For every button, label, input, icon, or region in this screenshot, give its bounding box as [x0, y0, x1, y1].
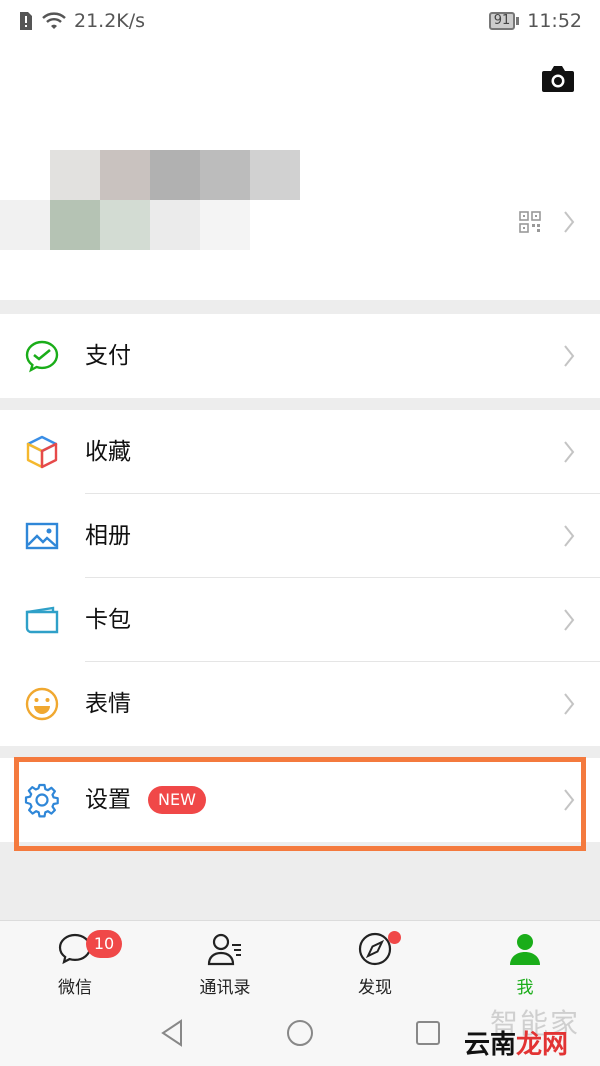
smiley-icon — [25, 687, 59, 721]
tab-label: 发现 — [358, 978, 392, 998]
tab-chats[interactable]: 10 微信 — [0, 921, 150, 999]
profile-header[interactable] — [0, 42, 600, 300]
section-gap — [0, 398, 600, 410]
menu-item-stickers[interactable]: 表情 — [0, 662, 600, 746]
card-wallet-icon — [25, 606, 59, 634]
contacts-icon — [207, 933, 241, 966]
gear-icon — [24, 783, 59, 818]
watermark-line2-b: 龙网 — [516, 1030, 569, 1060]
recents-icon[interactable] — [413, 1018, 443, 1048]
notification-dot — [388, 931, 401, 944]
chevron-right-icon — [563, 210, 575, 234]
chevron-right-icon — [563, 524, 575, 548]
menu-item-label: 表情 — [85, 691, 131, 717]
chevron-right-icon — [563, 344, 575, 368]
wifi-icon — [42, 12, 66, 29]
section-gap — [0, 746, 600, 758]
camera-icon[interactable] — [540, 64, 576, 94]
tab-discover[interactable]: 发现 — [300, 921, 450, 999]
menu-item-label: 支付 — [85, 343, 131, 369]
watermark-line2: 云南龙网 — [464, 1024, 568, 1061]
menu-item-settings[interactable]: 设置 NEW — [0, 758, 600, 842]
chevron-right-icon — [563, 692, 575, 716]
clock: 11:52 — [527, 10, 582, 32]
tab-contacts[interactable]: 通讯录 — [150, 921, 300, 999]
menu-item-cards[interactable]: 卡包 — [0, 578, 600, 662]
menu-item-album[interactable]: 相册 — [0, 494, 600, 578]
tab-label: 微信 — [58, 978, 92, 998]
tab-label: 我 — [516, 978, 534, 998]
picture-icon — [25, 522, 59, 550]
menu-item-favorites[interactable]: 收藏 — [0, 410, 600, 494]
person-icon — [510, 934, 540, 965]
chevron-right-icon — [563, 608, 575, 632]
chevron-right-icon — [563, 788, 575, 812]
menu-item-label: 相册 — [85, 523, 131, 549]
battery-icon: 91 — [488, 12, 520, 30]
home-icon[interactable] — [285, 1018, 315, 1048]
menu-item-label: 收藏 — [85, 439, 131, 465]
chevron-right-icon — [563, 440, 575, 464]
battery-level: 91 — [488, 12, 516, 30]
bottom-tab-bar: 10 微信 通讯录 发现 我 — [0, 920, 600, 998]
qr-code-icon[interactable] — [519, 211, 541, 233]
watermark-line2-a: 云南 — [464, 1030, 517, 1060]
back-icon[interactable] — [158, 1018, 188, 1048]
cube-icon — [26, 435, 58, 469]
sim-alert-icon — [20, 12, 32, 30]
section-gap — [0, 300, 600, 314]
new-badge: NEW — [148, 786, 206, 814]
watermark: 智能家 云南龙网 — [460, 1002, 596, 1062]
unread-badge: 10 — [86, 930, 122, 958]
network-speed: 21.2K/s — [74, 10, 146, 32]
tab-me[interactable]: 我 — [450, 921, 600, 999]
menu-item-label: 卡包 — [85, 607, 131, 633]
tab-label: 通讯录 — [199, 978, 251, 998]
wechat-pay-icon — [25, 340, 59, 373]
empty-area — [0, 842, 600, 920]
status-bar: 21.2K/s 91 11:52 — [0, 0, 600, 42]
menu-item-label: 设置 — [85, 787, 131, 813]
menu-item-pay[interactable]: 支付 — [0, 314, 600, 398]
